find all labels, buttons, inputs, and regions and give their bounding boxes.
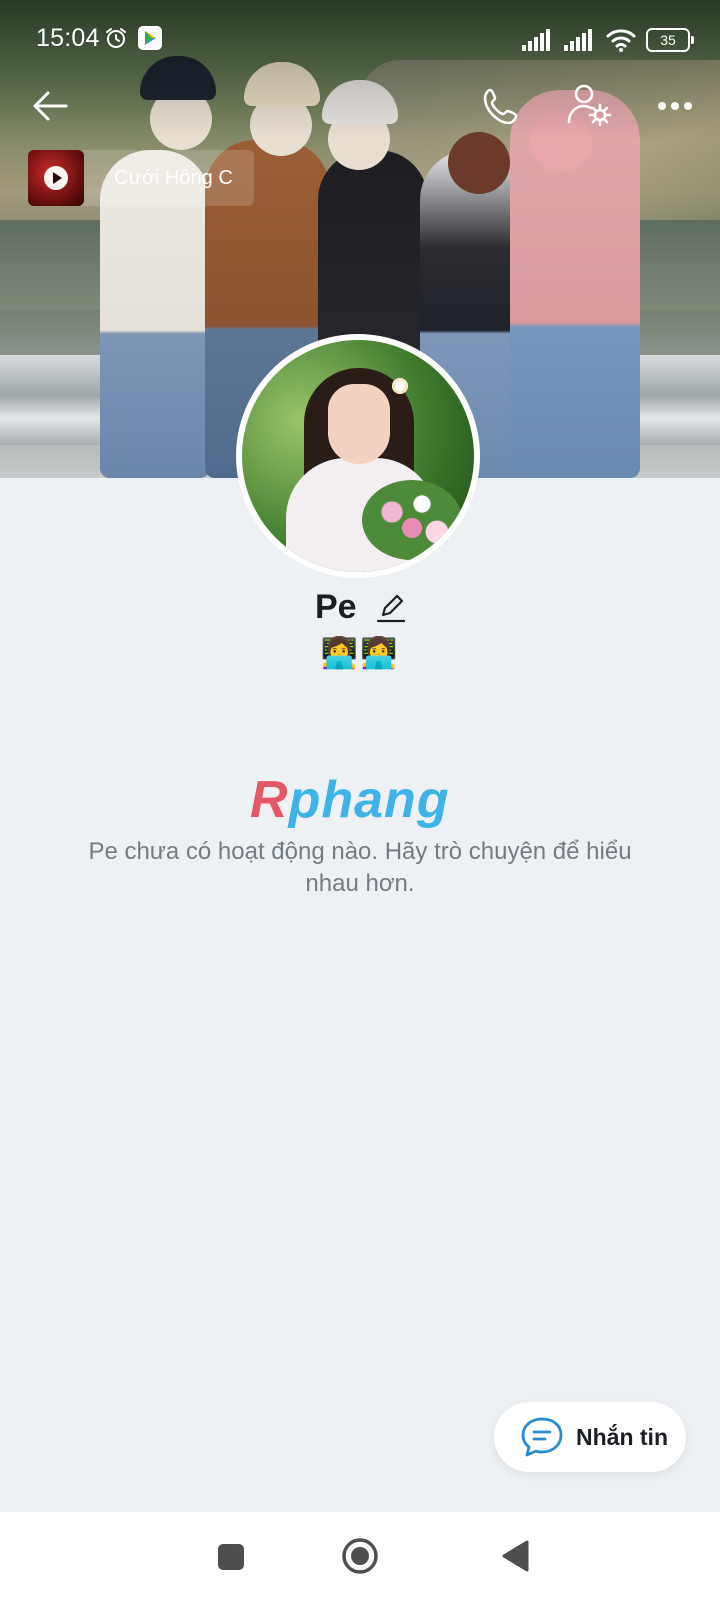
system-nav-bar — [0, 1512, 720, 1600]
avatar-face — [328, 384, 390, 464]
status-right-icons: 35 — [522, 26, 694, 54]
phone-icon[interactable] — [480, 84, 524, 128]
recents-square-icon[interactable] — [218, 1544, 244, 1570]
pencil-icon[interactable] — [377, 593, 406, 623]
status-time: 15:04 — [36, 24, 100, 52]
signal-icon — [564, 29, 592, 51]
music-title: Cưới Hông C — [114, 166, 233, 189]
watermark-first: R — [250, 771, 289, 829]
profile-music[interactable]: Cưới Hông C — [28, 150, 254, 206]
music-thumbnail — [28, 150, 84, 206]
watermark-logo: Rphang — [250, 770, 450, 830]
avatar[interactable] — [236, 334, 480, 578]
back-triangle-icon[interactable] — [500, 1539, 530, 1573]
avatar-flower-pin — [392, 378, 408, 394]
profile-name: Pe — [314, 588, 357, 626]
empty-activity-message: Pe chưa có hoạt động nào. Hãy trò chuyện… — [88, 838, 632, 897]
status-bar: 15:04 35 — [0, 0, 720, 80]
battery-icon: 35 — [646, 28, 694, 52]
message-button-label: Nhắn tin — [576, 1423, 668, 1450]
play-icon[interactable] — [44, 166, 68, 190]
battery-level: 35 — [660, 32, 676, 48]
signal-icon — [522, 29, 550, 51]
cover-head — [448, 132, 510, 194]
message-button[interactable]: Nhắn tin — [494, 1402, 686, 1472]
watermark-rest: phang — [288, 771, 450, 829]
more-dots-icon[interactable] — [656, 96, 700, 116]
profile-name-row: Pe — [0, 588, 720, 627]
alarm-icon — [106, 28, 126, 48]
home-circle-icon[interactable] — [341, 1537, 379, 1575]
avatar-bouquet — [362, 480, 462, 560]
back-arrow-icon[interactable] — [28, 84, 72, 128]
chat-bubble-icon — [521, 1417, 563, 1457]
user-settings-icon[interactable] — [566, 82, 614, 130]
wifi-icon — [606, 29, 636, 52]
play-store-icon — [138, 26, 162, 50]
profile-bio: 👩‍💻👩‍💻 — [320, 637, 400, 670]
avatar-photo — [242, 340, 474, 572]
